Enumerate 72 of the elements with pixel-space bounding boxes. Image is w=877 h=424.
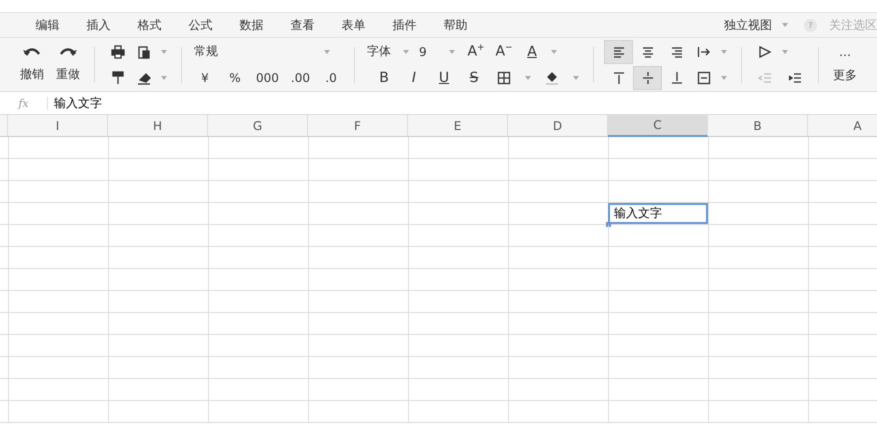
caret-icon[interactable]	[721, 50, 727, 54]
formula-input[interactable]: 输入文字	[48, 94, 102, 112]
column-header[interactable]: G	[208, 115, 308, 137]
more-button[interactable]: … 更多	[829, 45, 861, 84]
menu-item[interactable]: 查看	[277, 16, 328, 34]
active-cell[interactable]: 输入文字	[608, 203, 708, 224]
underline-button[interactable]: U	[431, 66, 457, 90]
caret-icon[interactable]	[403, 50, 409, 54]
menu-item[interactable]: 帮助	[430, 16, 481, 34]
menu-item[interactable]: 格式	[124, 16, 175, 34]
strikethrough-button[interactable]: S	[461, 66, 487, 90]
paste-icon[interactable]	[137, 44, 151, 58]
column-header[interactable]: H	[108, 115, 208, 137]
fill-handle[interactable]	[606, 222, 611, 227]
align-top-icon[interactable]	[612, 70, 626, 84]
more-icon: …	[839, 45, 851, 59]
align-middle-icon[interactable]	[640, 70, 654, 84]
menu-item[interactable]: 数据	[226, 16, 277, 34]
function-label: fx	[0, 96, 48, 110]
view-dropdown[interactable]: 独立视图	[724, 16, 772, 34]
menu-item[interactable]: 插入	[73, 16, 124, 34]
column-header[interactable]: A	[808, 115, 877, 137]
format-painter-icon[interactable]	[111, 70, 125, 84]
bold-button[interactable]: B	[371, 66, 397, 90]
column-header[interactable]: D	[508, 115, 608, 137]
align-bottom-icon[interactable]	[670, 70, 684, 84]
caret-icon[interactable]	[525, 76, 531, 80]
undo-button[interactable]: 撤销	[16, 46, 48, 83]
caret-icon[interactable]	[161, 76, 167, 80]
eraser-icon[interactable]	[137, 70, 151, 84]
column-header[interactable]: C	[608, 115, 708, 137]
menu-item[interactable]: 公式	[175, 16, 226, 34]
font-dropdown[interactable]: 字体	[365, 40, 415, 64]
decrease-decimal-button[interactable]: .0	[318, 66, 344, 90]
column-header[interactable]: I	[8, 115, 108, 137]
print-icon[interactable]	[111, 44, 125, 58]
menu-item[interactable]: 插件	[379, 16, 430, 34]
caret-icon[interactable]	[721, 76, 727, 80]
italic-button[interactable]: I	[401, 66, 427, 90]
borders-icon[interactable]	[497, 70, 511, 84]
increase-indent-icon[interactable]	[788, 70, 802, 84]
caret-icon[interactable]	[449, 50, 455, 54]
percent-button[interactable]: %	[222, 66, 248, 90]
align-center-icon[interactable]	[640, 44, 654, 58]
fill-color-icon[interactable]	[545, 70, 559, 84]
caret-icon[interactable]	[551, 50, 557, 54]
font-color-button[interactable]: A	[519, 40, 545, 64]
increase-decimal-button[interactable]: .00	[286, 66, 314, 90]
merge-cells-icon[interactable]	[697, 70, 711, 84]
align-right-icon[interactable]	[670, 44, 684, 58]
caret-icon[interactable]	[573, 76, 579, 80]
align-left-icon[interactable]	[612, 44, 626, 58]
font-size-dropdown[interactable]: 9	[417, 40, 461, 64]
text-wrap-icon[interactable]	[697, 44, 711, 58]
caret-icon[interactable]	[161, 50, 167, 54]
menu-item[interactable]: 编辑	[22, 16, 73, 34]
caret-icon[interactable]	[324, 50, 330, 54]
currency-button[interactable]: ¥	[192, 66, 218, 90]
column-header[interactable]: E	[408, 115, 508, 137]
decrease-indent-icon[interactable]	[758, 70, 772, 84]
caret-icon[interactable]	[782, 23, 788, 27]
column-header[interactable]: F	[308, 115, 408, 137]
column-header[interactable]: B	[708, 115, 808, 137]
shrink-font-button[interactable]: A$^{−}$	[491, 40, 517, 64]
grow-font-button[interactable]: A$^{+}$	[463, 40, 489, 64]
number-format-dropdown[interactable]: 常规	[192, 40, 336, 64]
menu-item[interactable]: 表单	[328, 16, 379, 34]
thousands-button[interactable]: 000	[252, 66, 283, 90]
redo-icon	[59, 46, 77, 58]
undo-icon	[23, 46, 41, 58]
caret-icon[interactable]	[782, 50, 788, 54]
redo-button[interactable]: 重做	[52, 46, 84, 83]
